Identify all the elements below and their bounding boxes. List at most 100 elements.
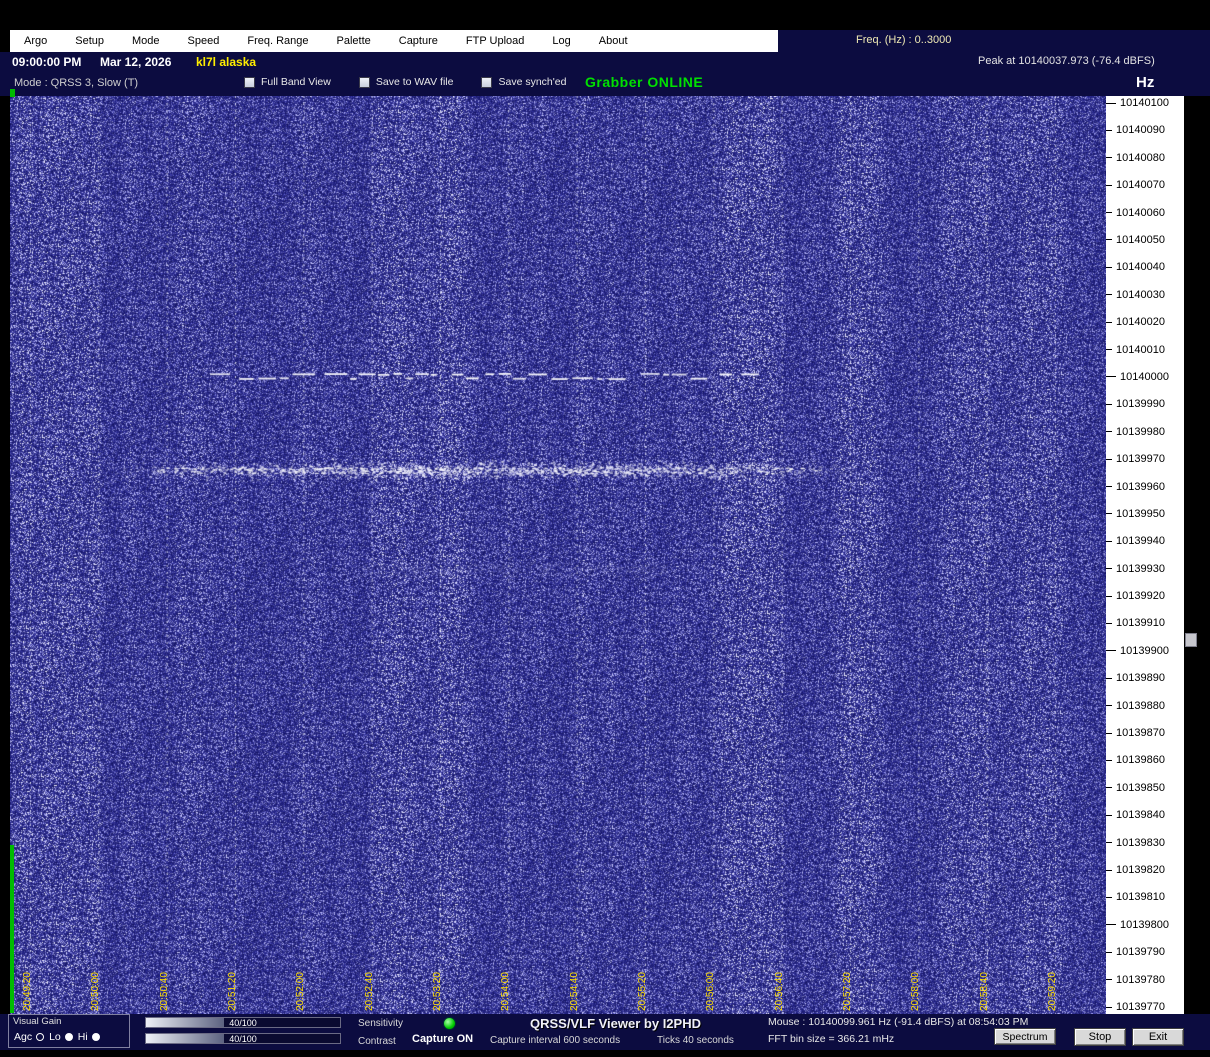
menu-item-about[interactable]: About bbox=[585, 30, 642, 52]
checkbox-save-to-wav-file[interactable]: Save to WAV file bbox=[358, 76, 454, 88]
tick-mark-icon bbox=[1106, 157, 1112, 159]
tick-mark-icon bbox=[1106, 705, 1112, 707]
freq-label: 10140020 bbox=[1116, 316, 1165, 329]
radio-icon bbox=[64, 1033, 73, 1041]
sensitivity-slider[interactable]: 40/100 bbox=[145, 1017, 341, 1028]
menu-item-ftp-upload[interactable]: FTP Upload bbox=[452, 30, 539, 52]
spectrum-button[interactable]: Spectrum bbox=[994, 1028, 1056, 1045]
checkbox-label: Save to WAV file bbox=[375, 76, 454, 88]
time-label: 20:59:20 bbox=[1047, 972, 1058, 1011]
time-label: 20:56:40 bbox=[773, 972, 785, 1011]
scrollbar-thumb[interactable] bbox=[1185, 633, 1197, 647]
checkbox-label: Save synch'ed bbox=[498, 76, 567, 88]
freq-tick: 10139890 bbox=[1106, 672, 1184, 684]
freq-scale: 10140100 10140090 10140080 10140070 10140060… bbox=[1106, 96, 1184, 1014]
menu-item-log[interactable]: Log bbox=[538, 30, 584, 52]
menu-item-setup[interactable]: Setup bbox=[61, 30, 118, 52]
freq-label: 10140070 bbox=[1116, 179, 1165, 192]
waterfall-display[interactable] bbox=[10, 96, 1106, 1014]
menu-items: Argo Setup Mode Speed Freq. Range Palette Capt… bbox=[10, 30, 642, 52]
freq-label: 10139900 bbox=[1120, 644, 1169, 657]
visual-gain-option-agc[interactable]: Agc bbox=[14, 1031, 45, 1043]
tick-mark-icon bbox=[1106, 129, 1112, 131]
checkbox-save-synch-ed[interactable]: Save synch'ed bbox=[481, 76, 566, 88]
freq-label: 10139860 bbox=[1116, 754, 1165, 767]
menu-item-mode[interactable]: Mode bbox=[118, 30, 174, 52]
freq-tick: 10140050 bbox=[1106, 234, 1184, 246]
freq-label: 10140050 bbox=[1116, 233, 1165, 246]
freq-label: 10139840 bbox=[1116, 809, 1165, 822]
time-label: 20:55:20 bbox=[637, 972, 648, 1011]
freq-tick: 10140090 bbox=[1106, 124, 1184, 136]
freq-label: 10139820 bbox=[1116, 864, 1165, 877]
radio-label: Agc bbox=[14, 1031, 33, 1043]
capture-led-icon bbox=[443, 1017, 456, 1030]
freq-tick: 10139800 bbox=[1106, 919, 1184, 931]
checkbox-full-band-view[interactable]: Full Band View bbox=[244, 76, 331, 88]
tick-mark-icon bbox=[1106, 486, 1112, 487]
time-label: 20:50:40 bbox=[158, 972, 170, 1011]
freq-tick: 10139810 bbox=[1106, 891, 1184, 903]
time-label: 20:54:00 bbox=[500, 972, 512, 1011]
time-label: 20:50:00 bbox=[90, 972, 102, 1011]
freq-label: 10139770 bbox=[1116, 1001, 1165, 1013]
freq-label: 10139990 bbox=[1116, 398, 1165, 411]
checkbox-box-icon bbox=[244, 76, 255, 88]
tick-mark-icon bbox=[1106, 677, 1112, 679]
menu-item-freq-range[interactable]: Freq. Range bbox=[233, 30, 322, 52]
freq-label: 10139870 bbox=[1116, 727, 1165, 740]
freq-tick: 10139940 bbox=[1106, 535, 1184, 547]
menu-bar: Argo Setup Mode Speed Freq. Range Palette Capt… bbox=[10, 30, 778, 52]
ticks-info: Ticks 40 seconds bbox=[657, 1035, 734, 1046]
freq-label: 10139930 bbox=[1116, 562, 1165, 575]
contrast-slider[interactable]: 40/100 bbox=[145, 1033, 341, 1044]
freq-tick: 10139900 bbox=[1106, 645, 1184, 657]
radio-label: Lo bbox=[49, 1031, 61, 1043]
freq-tick: 10139970 bbox=[1106, 453, 1184, 465]
exit-button[interactable]: Exit bbox=[1132, 1028, 1184, 1046]
visual-gain-option-lo[interactable]: Lo bbox=[49, 1031, 73, 1043]
tick-mark-icon bbox=[1106, 759, 1112, 761]
time-label: 20:53:20 bbox=[432, 972, 443, 1011]
tick-mark-icon bbox=[1106, 540, 1112, 542]
visual-gain-option-hi[interactable]: Hi bbox=[78, 1031, 100, 1043]
freq-label: 10140000 bbox=[1120, 370, 1169, 383]
tick-mark-icon bbox=[1106, 595, 1112, 597]
tick-mark-icon bbox=[1106, 321, 1112, 323]
tick-mark-icon bbox=[1106, 239, 1112, 241]
freq-label: 10139970 bbox=[1116, 453, 1165, 466]
freq-label: 10140090 bbox=[1116, 124, 1165, 137]
checkbox-label: Full Band View bbox=[261, 76, 331, 88]
freq-label: 10139850 bbox=[1116, 781, 1165, 794]
freq-tick: 10140060 bbox=[1106, 207, 1184, 219]
freq-tick: 10139870 bbox=[1106, 727, 1184, 739]
menu-item-palette[interactable]: Palette bbox=[323, 30, 385, 52]
menu-item-speed[interactable]: Speed bbox=[174, 30, 234, 52]
freq-label: 10139830 bbox=[1116, 836, 1165, 849]
tick-mark-icon bbox=[1106, 568, 1112, 570]
tick-mark-icon bbox=[1106, 1006, 1112, 1008]
mouse-readout: Mouse : 10140099.961 Hz (-91.4 dBFS) at … bbox=[768, 1016, 1029, 1028]
clock-display: 09:00:00 PM bbox=[12, 55, 82, 69]
stop-button[interactable]: Stop bbox=[1074, 1028, 1126, 1046]
freq-label: 10139920 bbox=[1116, 590, 1165, 603]
time-label: 20:52:00 bbox=[295, 972, 307, 1011]
radio-icon bbox=[91, 1033, 100, 1041]
freq-tick: 10140020 bbox=[1106, 316, 1184, 328]
contrast-label: Contrast bbox=[358, 1036, 396, 1047]
freq-tick: 10139850 bbox=[1106, 782, 1184, 794]
freq-label: 10140010 bbox=[1116, 343, 1165, 356]
status-bar: Visual Gain Agc Lo Hi 40/100 40/100 Sensit… bbox=[0, 1014, 1210, 1050]
freq-tick: 10139930 bbox=[1106, 563, 1184, 575]
freq-label: 10139780 bbox=[1116, 973, 1165, 986]
menu-item-argo[interactable]: Argo bbox=[10, 30, 61, 52]
freq-tick: 10139990 bbox=[1106, 398, 1184, 410]
tick-mark-icon bbox=[1106, 266, 1112, 268]
freq-tick: 10140080 bbox=[1106, 152, 1184, 164]
sensitivity-value: 40/100 bbox=[229, 1018, 257, 1028]
fft-bin-info: FFT bin size = 366.21 mHz bbox=[768, 1033, 895, 1045]
freq-range-display: Freq. (Hz) : 0..3000 bbox=[856, 34, 952, 46]
menu-item-capture[interactable]: Capture bbox=[385, 30, 452, 52]
freq-label: 10139940 bbox=[1116, 535, 1165, 548]
freq-tick: 10139790 bbox=[1106, 946, 1184, 958]
